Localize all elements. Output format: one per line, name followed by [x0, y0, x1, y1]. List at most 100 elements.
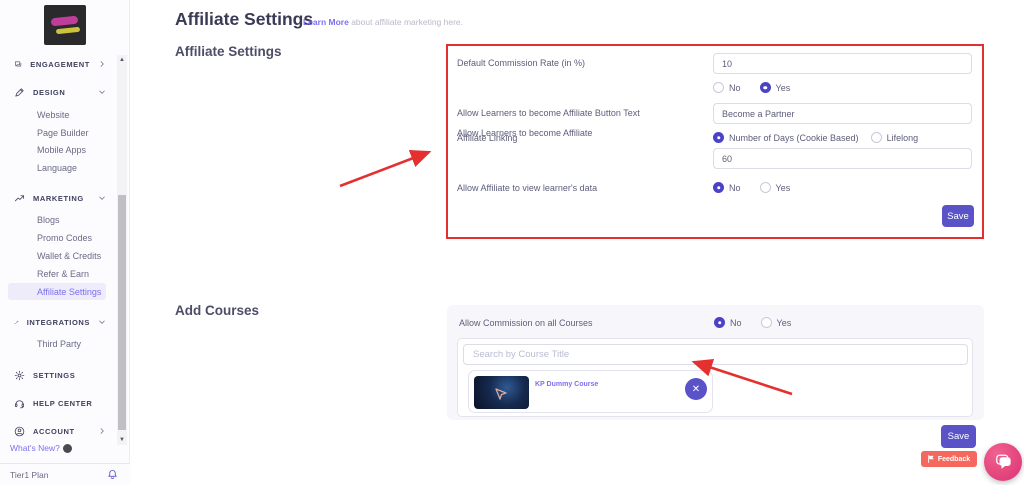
radio-lifelong-label[interactable]: Lifelong — [887, 133, 919, 143]
radio-no[interactable] — [713, 182, 724, 193]
course-title[interactable]: KP Dummy Course — [535, 381, 598, 388]
radio-no[interactable] — [714, 317, 725, 328]
feedback-button[interactable]: Feedback — [921, 451, 977, 467]
flag-icon — [928, 455, 935, 463]
sidebar-item-page-builder[interactable]: Page Builder — [0, 125, 118, 140]
radio-yes-label[interactable]: Yes — [776, 83, 791, 93]
sidebar-item-design[interactable]: DESIGN — [0, 84, 118, 100]
whats-new-label: What's New? — [10, 443, 60, 453]
chat-bubbles-icon — [994, 453, 1013, 471]
radio-number-of-days[interactable] — [713, 132, 724, 143]
learn-more-line: Learn More about affiliate marketing her… — [303, 17, 463, 27]
sidebar-item-mobile-apps[interactable]: Mobile Apps — [0, 142, 118, 157]
radio-no-label[interactable]: No — [730, 318, 742, 328]
sidebar-item-affiliate-settings[interactable]: Affiliate Settings — [8, 283, 106, 300]
sidebar-item-settings[interactable]: SETTINGS — [0, 367, 118, 383]
headset-icon — [14, 398, 25, 409]
sidebar-item-label: MARKETING — [33, 194, 84, 203]
page-title: Affiliate Settings — [175, 9, 313, 30]
chevron-down-icon — [98, 194, 106, 202]
sidebar-item-engagement[interactable]: ENGAGEMENT — [0, 56, 118, 72]
cookie-days-input[interactable] — [713, 148, 972, 169]
pen-icon — [14, 87, 25, 98]
add-courses-panel: Allow Commission on all Courses No Yes K… — [447, 305, 984, 420]
affiliate-settings-form: Default Commission Rate (in %) Allow Lea… — [446, 44, 984, 239]
sidebar-item-label: Refer & Earn — [37, 269, 89, 279]
sidebar-item-marketing[interactable]: MARKETING — [0, 190, 118, 206]
radio-yes[interactable] — [761, 317, 772, 328]
view-learner-data-radio-group: No Yes — [713, 182, 790, 193]
course-search-input[interactable] — [463, 344, 968, 365]
bell-icon[interactable] — [107, 469, 118, 480]
sidebar-scrollbar[interactable]: ▲ ▼ — [117, 55, 127, 445]
chevron-down-icon — [98, 88, 106, 96]
radio-yes[interactable] — [760, 182, 771, 193]
save-button[interactable]: Save — [942, 205, 974, 227]
save-courses-button[interactable]: Save — [941, 425, 976, 448]
sidebar-item-language[interactable]: Language — [0, 160, 118, 175]
gear-icon — [14, 370, 25, 381]
chevron-right-icon — [98, 60, 106, 68]
chat-widget-button[interactable] — [984, 443, 1022, 481]
affiliate-linking-radio-group: Number of Days (Cookie Based) Lifelong — [713, 132, 918, 143]
sidebar: ENGAGEMENT DESIGN Website Page Builder M… — [0, 0, 130, 485]
sidebar-item-label: HELP CENTER — [33, 399, 92, 408]
chevron-down-icon — [98, 318, 106, 326]
radio-lifelong[interactable] — [871, 132, 882, 143]
radio-no[interactable] — [713, 82, 724, 93]
sidebar-item-label: Page Builder — [37, 128, 89, 138]
sidebar-item-third-party[interactable]: Third Party — [0, 336, 118, 351]
sidebar-item-website[interactable]: Website — [0, 107, 118, 122]
sidebar-item-help-center[interactable]: HELP CENTER — [0, 395, 118, 411]
commission-rate-input[interactable] — [713, 53, 972, 74]
sidebar-item-promo-codes[interactable]: Promo Codes — [0, 230, 118, 245]
sidebar-item-label: Language — [37, 163, 77, 173]
course-thumbnail — [474, 376, 529, 409]
remove-course-button[interactable]: ✕ — [685, 378, 707, 400]
plan-bar: Tier1 Plan — [0, 463, 130, 485]
scroll-up-icon[interactable]: ▲ — [117, 55, 127, 65]
become-affiliate-radio-group: No Yes — [713, 82, 790, 93]
sidebar-scrollbar-thumb[interactable] — [118, 195, 126, 430]
radio-no-label[interactable]: No — [729, 183, 741, 193]
sidebar-item-label: INTEGRATIONS — [27, 318, 90, 327]
feedback-label: Feedback — [938, 456, 970, 463]
sidebar-item-label: ACCOUNT — [33, 427, 75, 436]
integrations-icon — [14, 317, 19, 328]
logo-mark-pink — [51, 16, 79, 27]
sidebar-item-label: DESIGN — [33, 88, 65, 97]
whats-new-link[interactable]: What's New? — [10, 443, 72, 453]
cursor-sketch-icon — [494, 388, 508, 404]
logo-mark-yellow — [56, 27, 80, 34]
user-icon — [14, 426, 25, 437]
sidebar-item-account[interactable]: ACCOUNT — [0, 423, 118, 439]
radio-no-label[interactable]: No — [729, 83, 741, 93]
commission-rate-label: Default Commission Rate (in %) — [457, 58, 585, 68]
brand-logo[interactable] — [44, 5, 86, 45]
radio-yes-label[interactable]: Yes — [777, 318, 792, 328]
sidebar-item-integrations[interactable]: INTEGRATIONS — [0, 314, 118, 330]
learn-more-link[interactable]: Learn More — [303, 17, 349, 27]
course-item: KP Dummy Course ✕ — [468, 370, 713, 413]
sidebar-item-label: Wallet & Credits — [37, 251, 101, 261]
button-text-label: Allow Learners to become Affiliate Butto… — [457, 108, 640, 118]
chat-icon — [14, 59, 22, 70]
radio-yes[interactable] — [760, 82, 771, 93]
sidebar-item-blogs[interactable]: Blogs — [0, 212, 118, 227]
all-courses-radio-group: No Yes — [714, 317, 791, 328]
sidebar-item-refer-earn[interactable]: Refer & Earn — [0, 266, 118, 281]
sidebar-item-label: Website — [37, 110, 69, 120]
affiliate-linking-label: Affiliate Linking — [457, 133, 517, 143]
sidebar-item-wallet-credits[interactable]: Wallet & Credits — [0, 248, 118, 263]
button-text-input[interactable] — [713, 103, 972, 124]
radio-number-of-days-label[interactable]: Number of Days (Cookie Based) — [729, 133, 859, 143]
radio-yes-label[interactable]: Yes — [776, 183, 791, 193]
scroll-down-icon[interactable]: ▼ — [117, 435, 127, 445]
whats-new-badge — [63, 444, 72, 453]
chevron-right-icon — [98, 427, 106, 435]
plan-label: Tier1 Plan — [10, 470, 48, 480]
sidebar-item-label: Mobile Apps — [37, 145, 86, 155]
trend-up-icon — [14, 193, 25, 204]
affiliate-settings-heading: Affiliate Settings — [175, 44, 282, 59]
sidebar-item-label: SETTINGS — [33, 371, 75, 380]
